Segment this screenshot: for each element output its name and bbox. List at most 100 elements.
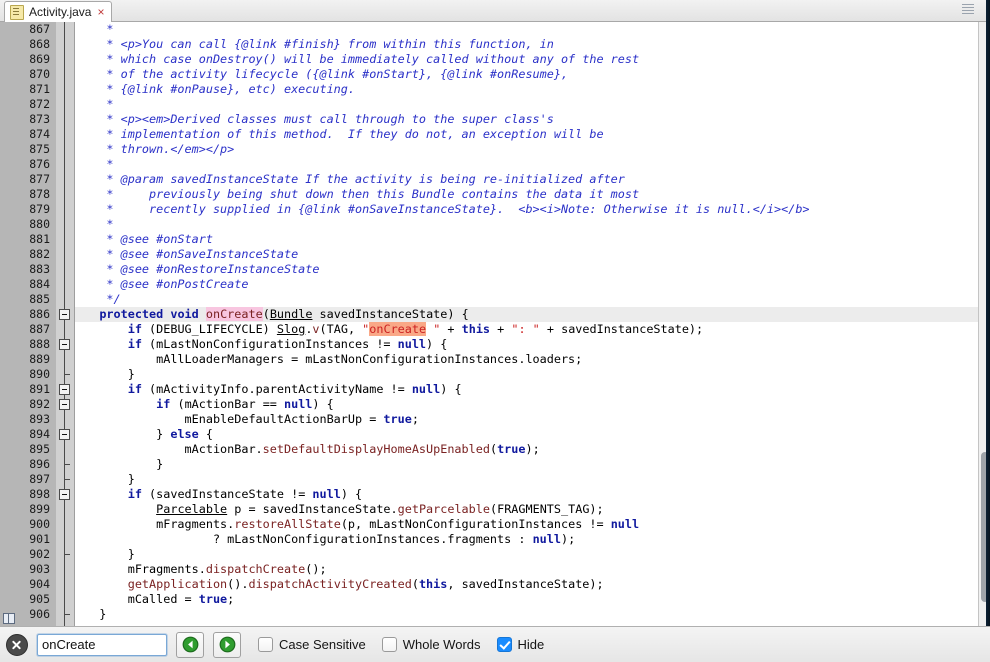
line-number-gutter: 8678688698708718728738748758768778788798… — [0, 22, 56, 626]
code-token: ); — [561, 532, 575, 546]
code-line[interactable]: } — [75, 607, 990, 622]
fold-collapse-icon[interactable] — [59, 339, 70, 350]
close-icon[interactable]: × — [96, 6, 105, 18]
code-token: mActionBar. — [78, 442, 263, 456]
code-line[interactable]: if (mActivityInfo.parentActivityName != … — [75, 382, 990, 397]
code-token: ); — [525, 442, 539, 456]
code-token: Slog — [277, 322, 305, 336]
code-token: if — [128, 337, 142, 351]
close-find-icon[interactable] — [6, 634, 28, 656]
fold-collapse-icon[interactable] — [59, 399, 70, 410]
search-input[interactable] — [37, 634, 167, 656]
code-token: dispatchCreate — [206, 562, 305, 576]
code-line[interactable]: } — [75, 547, 990, 562]
code-line[interactable]: */ — [75, 292, 990, 307]
code-line[interactable]: Parcelable p = savedInstanceState.getPar… — [75, 502, 990, 517]
code-line[interactable]: getApplication().dispatchActivityCreated… — [75, 577, 990, 592]
code-token: null — [284, 397, 312, 411]
code-line[interactable]: * — [75, 22, 990, 37]
code-line[interactable]: if (savedInstanceState != null) { — [75, 487, 990, 502]
code-line[interactable]: * @see #onStart — [75, 232, 990, 247]
code-folding-column[interactable] — [56, 22, 75, 626]
code-token: * @see #onPostCreate — [78, 277, 248, 291]
tab-bar-menu-icon[interactable] — [962, 2, 974, 16]
code-line[interactable]: * <p>You can call {@link #finish} from w… — [75, 37, 990, 52]
line-number: 902 — [0, 547, 56, 562]
line-number: 886 — [0, 307, 56, 322]
checkbox-whole-words[interactable]: Whole Words — [382, 637, 481, 652]
code-line[interactable]: * {@link #onPause}, etc) executing. — [75, 82, 990, 97]
code-token: setDefaultDisplayHomeAsUpEnabled — [263, 442, 490, 456]
checkbox-case-sensitive[interactable]: Case Sensitive — [258, 637, 366, 652]
gutter-bookmark-icon[interactable] — [3, 613, 15, 624]
code-line[interactable]: * — [75, 157, 990, 172]
line-number: 899 — [0, 502, 56, 517]
code-token: (mLastNonConfigurationInstances != — [142, 337, 398, 351]
line-number: 882 — [0, 247, 56, 262]
code-token: this — [419, 577, 447, 591]
code-line[interactable]: * @param savedInstanceState If the activ… — [75, 172, 990, 187]
checkbox-checked-icon[interactable] — [497, 637, 512, 652]
code-line[interactable]: * — [75, 97, 990, 112]
code-line[interactable]: if (DEBUG_LIFECYCLE) Slog.v(TAG, "onCrea… — [75, 322, 990, 337]
line-number: 898 — [0, 487, 56, 502]
line-number: 904 — [0, 577, 56, 592]
code-line[interactable]: * — [75, 217, 990, 232]
code-line[interactable]: } — [75, 472, 990, 487]
line-number: 878 — [0, 187, 56, 202]
line-number: 892 — [0, 397, 56, 412]
code-line[interactable]: * thrown.</em></p> — [75, 142, 990, 157]
code-line[interactable]: * recently supplied in {@link #onSaveIns… — [75, 202, 990, 217]
line-number: 895 — [0, 442, 56, 457]
code-line[interactable]: * previously being shut down then this B… — [75, 187, 990, 202]
code-line[interactable]: mFragments.restoreAllState(p, mLastNonCo… — [75, 517, 990, 532]
code-line[interactable]: mFragments.dispatchCreate(); — [75, 562, 990, 577]
code-line[interactable]: * @see #onSaveInstanceState — [75, 247, 990, 262]
checkbox-unchecked-icon[interactable] — [258, 637, 273, 652]
code-line[interactable]: * <p><em>Derived classes must call throu… — [75, 112, 990, 127]
code-line[interactable]: if (mActionBar == null) { — [75, 397, 990, 412]
fold-collapse-icon[interactable] — [59, 309, 70, 320]
fold-collapse-icon[interactable] — [59, 489, 70, 500]
code-line[interactable]: * which case onDestroy() will be immedia… — [75, 52, 990, 67]
code-line[interactable]: * implementation of this method. If they… — [75, 127, 990, 142]
code-content[interactable]: * * <p>You can call {@link #finish} from… — [75, 22, 990, 626]
code-line[interactable]: mActionBar.setDefaultDisplayHomeAsUpEnab… — [75, 442, 990, 457]
code-token — [78, 397, 156, 411]
arrow-left-circle-icon — [182, 636, 199, 653]
line-number: 872 — [0, 97, 56, 112]
checkbox-unchecked-icon[interactable] — [382, 637, 397, 652]
code-line[interactable]: if (mLastNonConfigurationInstances != nu… — [75, 337, 990, 352]
fold-collapse-icon[interactable] — [59, 384, 70, 395]
code-token: * @param savedInstanceState If the activ… — [78, 172, 625, 186]
code-line[interactable]: mAllLoaderManagers = mLastNonConfigurati… — [75, 352, 990, 367]
line-number: 871 — [0, 82, 56, 97]
line-number: 867 — [0, 22, 56, 37]
line-number: 894 — [0, 427, 56, 442]
checkbox-hide[interactable]: Hide — [497, 637, 545, 652]
code-line[interactable]: protected void onCreate(Bundle savedInst… — [75, 307, 990, 322]
code-line[interactable]: mEnableDefaultActionBarUp = true; — [75, 412, 990, 427]
fold-collapse-icon[interactable] — [59, 429, 70, 440]
code-line[interactable]: * @see #onPostCreate — [75, 277, 990, 292]
code-line[interactable]: * @see #onRestoreInstanceState — [75, 262, 990, 277]
line-number: 896 — [0, 457, 56, 472]
code-token — [78, 487, 128, 501]
find-next-button[interactable] — [213, 632, 241, 658]
code-token: Bundle — [270, 307, 313, 321]
code-line[interactable]: } else { — [75, 427, 990, 442]
code-line[interactable]: } — [75, 457, 990, 472]
tab-activity-java[interactable]: Activity.java × — [4, 1, 112, 22]
code-token: * <p><em>Derived classes must call throu… — [78, 112, 554, 126]
code-line[interactable]: } — [75, 367, 990, 382]
code-token — [78, 322, 128, 336]
code-token: ( — [263, 307, 270, 321]
code-line[interactable]: * of the activity lifecycle ({@link #onS… — [75, 67, 990, 82]
code-line[interactable]: mCalled = true; — [75, 592, 990, 607]
code-token: (p, mLastNonConfigurationInstances != — [341, 517, 611, 531]
code-token: protected — [99, 307, 163, 321]
code-line[interactable]: ? mLastNonConfigurationInstances.fragmen… — [75, 532, 990, 547]
code-editor[interactable]: 8678688698708718728738748758768778788798… — [0, 22, 990, 626]
code-token: } — [78, 607, 106, 621]
find-previous-button[interactable] — [176, 632, 204, 658]
